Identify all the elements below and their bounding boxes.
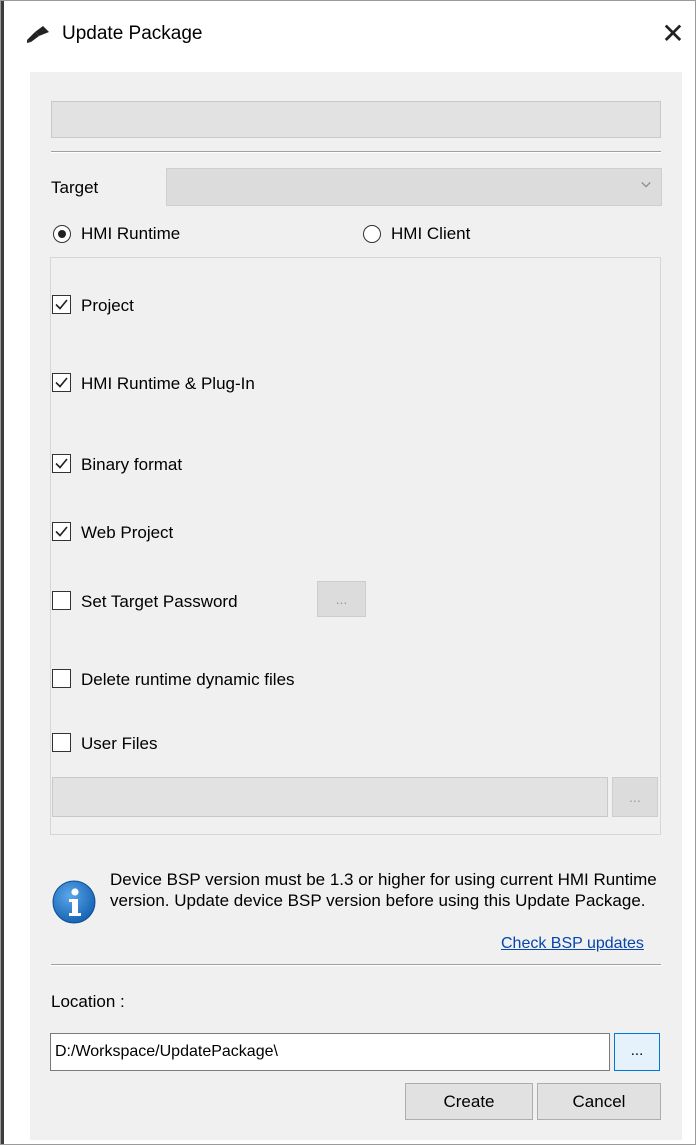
checkbox-label: User Files (81, 734, 158, 753)
checkbox-label: Delete runtime dynamic files (81, 670, 295, 689)
location-label: Location : (51, 992, 125, 1011)
checkbox-project[interactable]: Project (52, 294, 352, 318)
checkbox-delete-runtime-dynamic-files[interactable]: Delete runtime dynamic files (52, 668, 372, 692)
checkbox-hmi-runtime-plugin[interactable]: HMI Runtime & Plug-In (52, 372, 352, 396)
check-bsp-updates-link[interactable]: Check BSP updates (501, 935, 644, 953)
checkbox-box (52, 522, 71, 541)
checkbox-box (52, 733, 71, 752)
cancel-button[interactable]: Cancel (537, 1083, 661, 1120)
checkbox-label: Web Project (81, 523, 174, 542)
radio-hmi-client[interactable]: HMI Client (363, 224, 563, 246)
chevron-down-icon (641, 182, 651, 188)
radio-hmi-runtime[interactable]: HMI Runtime (53, 224, 253, 246)
info-icon (52, 880, 96, 924)
close-button[interactable]: ✕ (655, 16, 691, 52)
checkbox-box (52, 669, 71, 688)
check-icon (55, 377, 68, 388)
checkbox-label: Set Target Password (81, 592, 238, 611)
checkbox-box (52, 373, 71, 392)
checkbox-set-target-password[interactable]: Set Target Password (52, 590, 292, 614)
radio-hmi-runtime-label: HMI Runtime (81, 224, 181, 243)
location-input[interactable]: D:/Workspace/UpdatePackage\ (50, 1033, 610, 1071)
update-package-icon (25, 24, 53, 44)
checkbox-binary-format[interactable]: Binary format (52, 453, 352, 477)
user-files-path-input (52, 777, 608, 817)
separator-top (51, 151, 661, 153)
window-title: Update Package (62, 23, 203, 44)
check-icon (55, 526, 68, 537)
checkbox-label: HMI Runtime & Plug-In (81, 374, 255, 393)
checkbox-label: Project (81, 296, 134, 315)
package-name-field (51, 101, 661, 138)
radio-hmi-client-circle (363, 225, 381, 243)
target-label: Target (51, 178, 99, 197)
checkbox-user-files[interactable]: User Files (52, 732, 292, 756)
checkbox-label: Binary format (81, 455, 183, 474)
checkbox-box (52, 454, 71, 473)
check-icon (55, 299, 68, 310)
bsp-version-message: Device BSP version must be 1.3 or higher… (110, 870, 657, 910)
checkbox-web-project[interactable]: Web Project (52, 521, 352, 545)
user-files-browse-button: ... (612, 777, 658, 817)
location-browse-button[interactable]: ... (614, 1033, 660, 1071)
checkbox-box (52, 295, 71, 314)
separator-bottom (51, 964, 661, 966)
radio-hmi-runtime-circle (53, 225, 71, 243)
create-button[interactable]: Create (405, 1083, 533, 1120)
target-dropdown[interactable] (166, 168, 662, 206)
radio-hmi-client-label: HMI Client (391, 224, 471, 243)
check-icon (55, 458, 68, 469)
password-browse-button: ... (317, 581, 366, 617)
checkbox-box (52, 591, 71, 610)
